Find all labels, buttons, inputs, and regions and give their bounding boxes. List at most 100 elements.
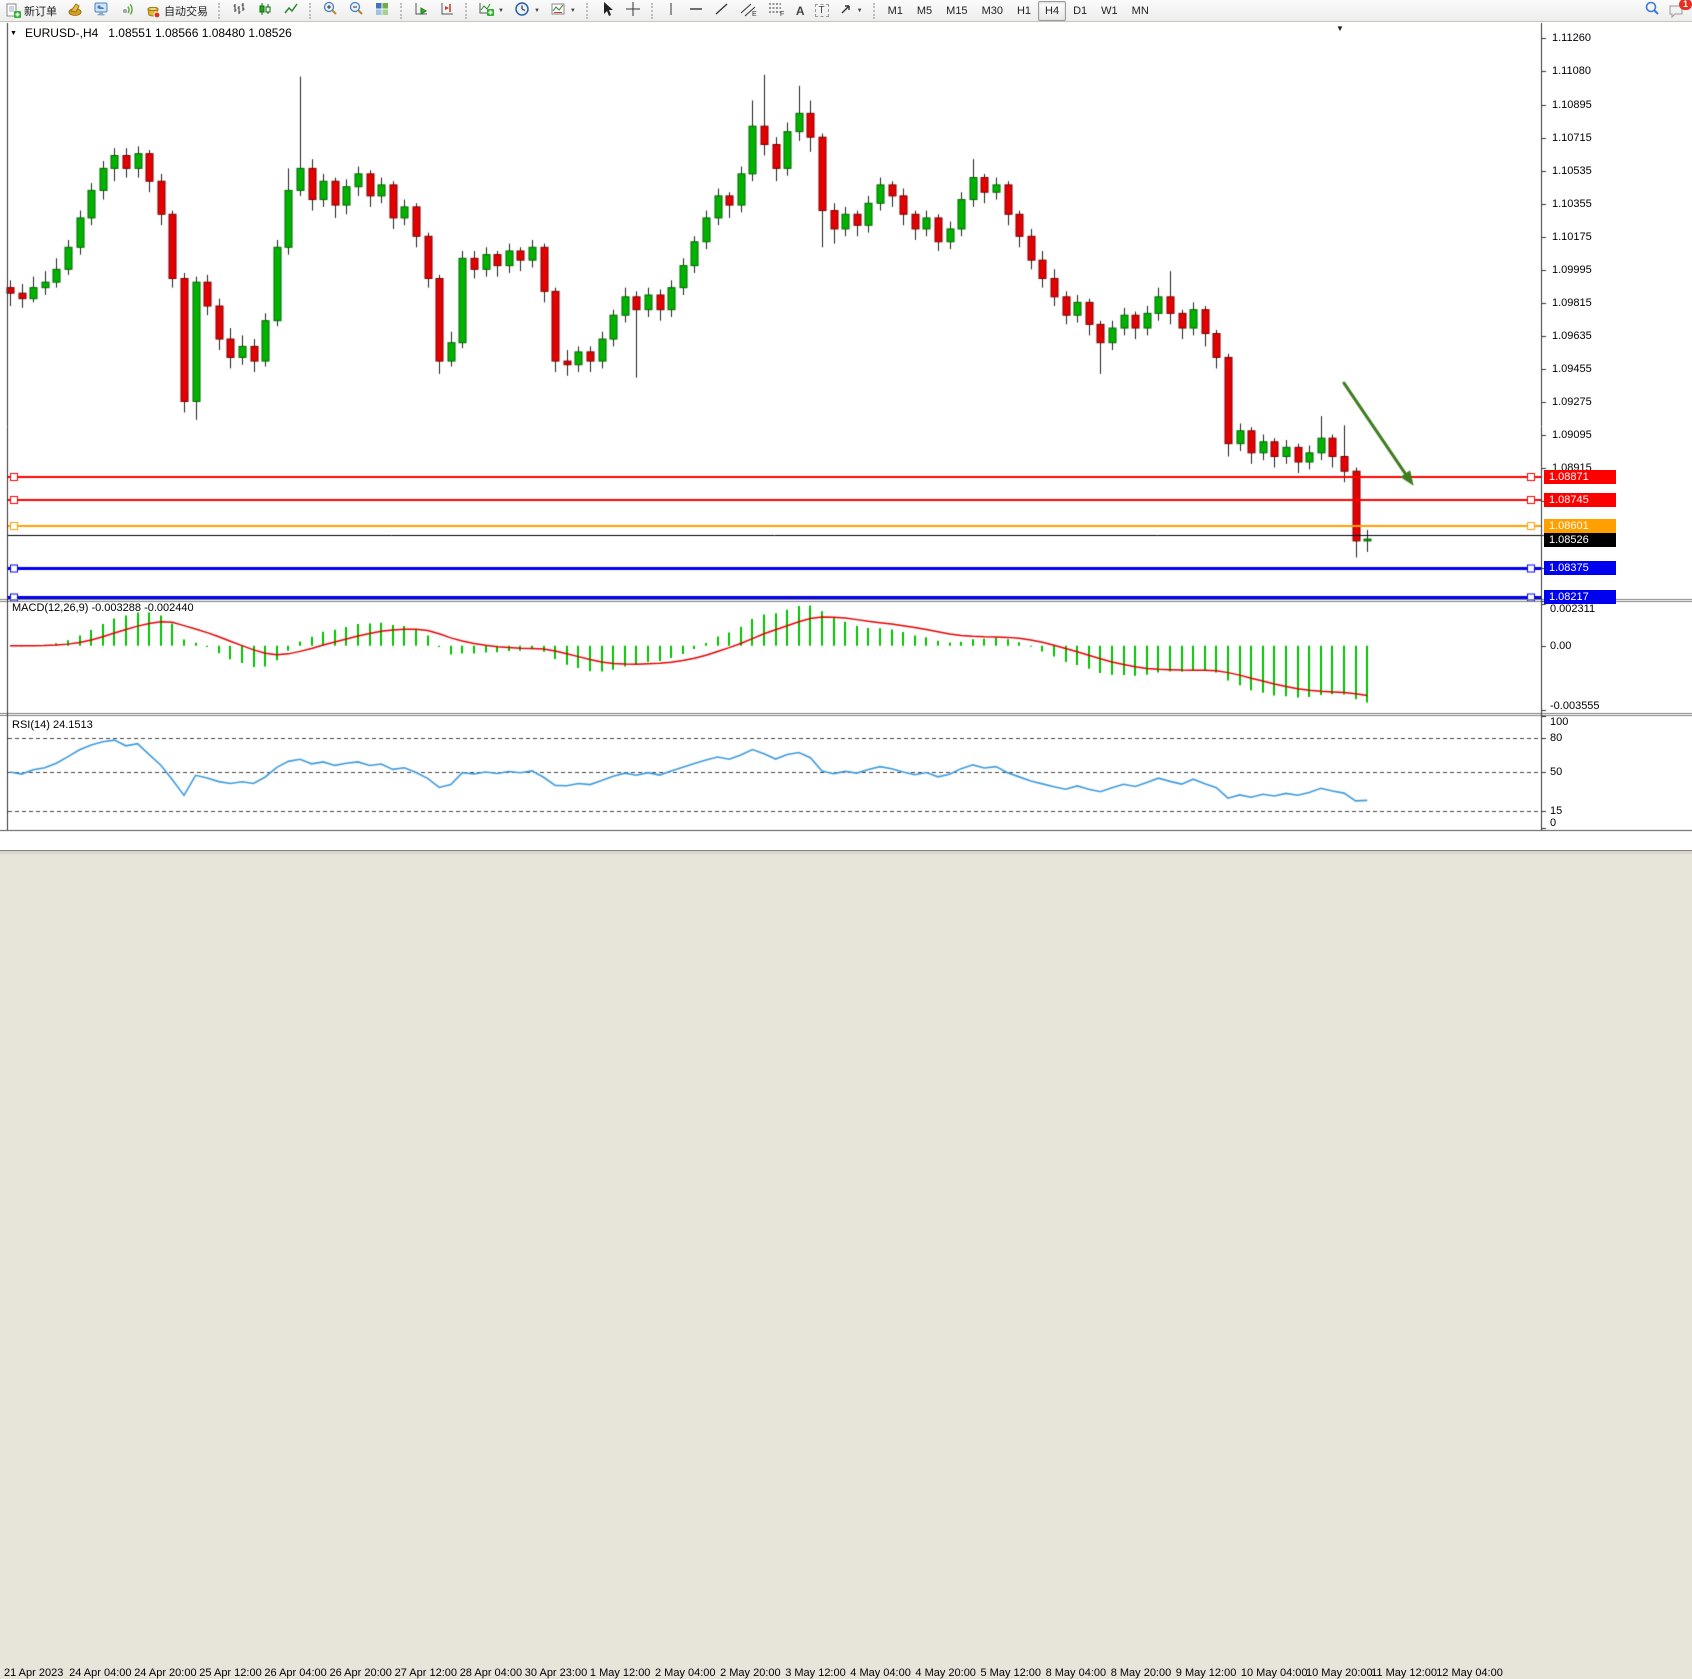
- time-axis-label: 10 May 04:00: [1241, 1667, 1308, 1679]
- macd-axis-tick: 0.002311: [1550, 603, 1595, 615]
- equidistant-channel-tool-button[interactable]: E: [735, 1, 763, 21]
- chart-plot-area[interactable]: [0, 22, 1692, 832]
- cursor-tool-button[interactable]: [594, 1, 620, 21]
- time-axis-label: 25 Apr 12:00: [199, 1667, 261, 1679]
- timeframe-button-h1[interactable]: H1: [1010, 1, 1038, 21]
- macd-axis-tick: -0.003555: [1550, 700, 1600, 712]
- market-icon: [93, 1, 109, 20]
- price-axis-tick: 1.09995: [1552, 264, 1672, 276]
- price-tag-1.08217: 1.08217: [1544, 590, 1616, 604]
- macd-axis-tick: 0.00: [1550, 640, 1571, 652]
- bar-chart-icon: [231, 1, 247, 20]
- symbol-dropdown-caret[interactable]: ▼: [10, 30, 17, 37]
- auto-scroll-button[interactable]: [408, 1, 434, 21]
- chart-shift-marker[interactable]: ▼: [1336, 24, 1344, 33]
- rsi-axis-tick: 80: [1550, 732, 1562, 744]
- time-axis-label: 2 May 20:00: [720, 1667, 781, 1679]
- time-axis-label: 28 Apr 04:00: [460, 1667, 522, 1679]
- price-axis-tick: 1.10175: [1552, 231, 1672, 243]
- toolbar-separator: [400, 3, 405, 19]
- time-axis-label: 4 May 04:00: [850, 1667, 911, 1679]
- macd-indicator-label: MACD(12,26,9) -0.003288 -0.002440: [12, 602, 194, 614]
- chart-symbol-period: EURUSD-,H4: [25, 26, 98, 40]
- timeframe-group: M1M5M15M30H1H4D1W1MN: [881, 1, 1156, 21]
- candlestick-mode-button[interactable]: [252, 1, 278, 21]
- time-axis-label: 9 May 12:00: [1176, 1667, 1237, 1679]
- time-axis-label: 5 May 12:00: [981, 1667, 1042, 1679]
- arrows-icon: [839, 1, 853, 20]
- timeframe-button-mn[interactable]: MN: [1125, 1, 1156, 21]
- price-tag-1.08745: 1.08745: [1544, 493, 1616, 507]
- timeframe-button-w1[interactable]: W1: [1094, 1, 1125, 21]
- timeframe-button-h4[interactable]: H4: [1038, 1, 1066, 21]
- new-order-button[interactable]: 新订单: [0, 1, 62, 21]
- text-label-tool-button[interactable]: T: [810, 1, 834, 21]
- tile-windows-button[interactable]: [369, 1, 395, 21]
- rsi-axis-tick: 15: [1550, 805, 1562, 817]
- price-axis-tick: 1.10715: [1552, 132, 1672, 144]
- market-button[interactable]: [88, 1, 114, 21]
- vertical-line-tool-button[interactable]: [659, 1, 683, 21]
- templates-button[interactable]: ▼: [545, 1, 581, 21]
- price-axis-tick: 1.11260: [1552, 32, 1672, 44]
- price-axis-tick: 1.09095: [1552, 429, 1672, 441]
- time-axis-label: 30 Apr 23:00: [525, 1667, 587, 1679]
- new-order-icon: [5, 3, 21, 19]
- chart-title[interactable]: ▼ EURUSD-,H4 1.08551 1.08566 1.08480 1.0…: [10, 26, 292, 40]
- chevron-down-icon: ▼: [857, 8, 863, 14]
- toolbar-separator: [651, 3, 656, 19]
- price-axis-tick: 1.11080: [1552, 65, 1672, 77]
- clock-icon: [514, 1, 530, 20]
- text-tool-button[interactable]: A: [791, 1, 810, 21]
- horizontal-line-tool-button[interactable]: [683, 1, 709, 21]
- line-chart-mode-button[interactable]: [278, 1, 304, 21]
- candlestick-icon: [257, 1, 273, 20]
- price-tag-1.08375: 1.08375: [1544, 561, 1616, 575]
- timeframe-button-m30[interactable]: M30: [975, 1, 1010, 21]
- crosshair-tool-button[interactable]: [620, 1, 646, 21]
- trendline-tool-button[interactable]: [709, 1, 735, 21]
- periods-button[interactable]: ▼: [509, 1, 545, 21]
- main-toolbar: 新订单 自动交易 ▼: [0, 0, 1692, 22]
- timeframe-button-m15[interactable]: M15: [939, 1, 974, 21]
- time-axis-label: 8 May 20:00: [1111, 1667, 1172, 1679]
- chat-button[interactable]: 1: [1668, 3, 1686, 19]
- zoom-in-button[interactable]: [317, 1, 343, 21]
- price-axis-tick: 1.10535: [1552, 165, 1672, 177]
- timeframe-button-d1[interactable]: D1: [1066, 1, 1094, 21]
- time-axis-label: 26 Apr 04:00: [264, 1667, 326, 1679]
- zoom-in-icon: [322, 1, 338, 20]
- chart-shift-button[interactable]: [434, 1, 460, 21]
- chat-badge: 1: [1679, 0, 1692, 10]
- rsi-axis-tick: 0: [1550, 817, 1556, 829]
- zoom-out-button[interactable]: [343, 1, 369, 21]
- new-chart-button[interactable]: ▼: [473, 1, 509, 21]
- line-chart-icon: [283, 1, 299, 20]
- time-axis-label: 8 May 04:00: [1046, 1667, 1107, 1679]
- price-axis-tick: 1.10895: [1552, 99, 1672, 111]
- seal-button[interactable]: [62, 1, 88, 21]
- price-axis-tick: 1.09815: [1552, 297, 1672, 309]
- auto-trading-button[interactable]: 自动交易: [140, 1, 213, 21]
- seal-icon: [67, 1, 83, 20]
- time-axis-label: 11 May 12:00: [1371, 1667, 1437, 1679]
- price-axis-tick: 1.10355: [1552, 198, 1672, 210]
- arrows-tool-button[interactable]: ▼: [834, 1, 868, 21]
- toolbar-separator: [873, 3, 878, 19]
- bar-chart-mode-button[interactable]: [226, 1, 252, 21]
- horizontal-line-icon: [688, 1, 704, 20]
- price-tag-1.08871: 1.08871: [1544, 470, 1616, 484]
- timeframe-button-m1[interactable]: M1: [881, 1, 910, 21]
- time-axis-label: 27 Apr 12:00: [395, 1667, 457, 1679]
- search-icon[interactable]: [1644, 1, 1660, 20]
- text-icon: A: [796, 4, 805, 18]
- chevron-down-icon: ▼: [534, 8, 540, 14]
- fibonacci-tool-button[interactable]: F: [763, 1, 791, 21]
- tile-windows-icon: [374, 1, 390, 20]
- zoom-out-icon: [348, 1, 364, 20]
- signals-button[interactable]: [114, 1, 140, 21]
- timeframe-button-m5[interactable]: M5: [910, 1, 939, 21]
- time-axis-label: 24 Apr 04:00: [69, 1667, 131, 1679]
- toolbar-separator: [465, 3, 470, 19]
- rsi-indicator-label: RSI(14) 24.1513: [12, 719, 93, 731]
